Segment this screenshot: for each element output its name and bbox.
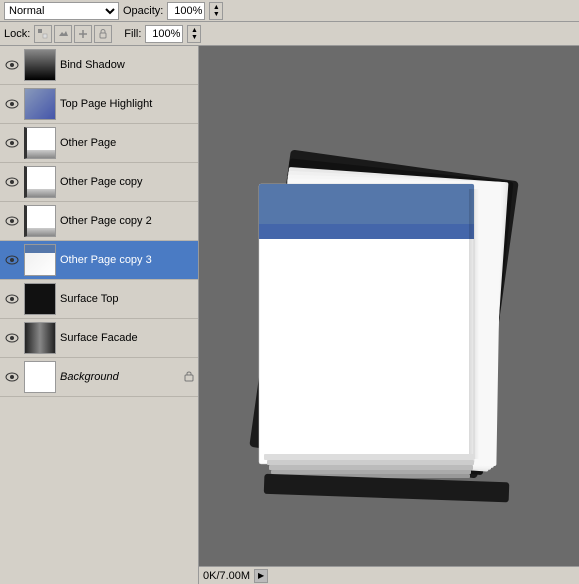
layer-item-other-page[interactable]: Other Page: [0, 124, 198, 163]
top-toolbar: Normal Opacity: ▲ ▼: [0, 0, 579, 22]
second-toolbar: Lock: Fill: ▲ ▼: [0, 22, 579, 46]
layer-name-other-page-copy2: Other Page copy 2: [60, 215, 194, 227]
eye-icon-other-page[interactable]: [4, 135, 20, 151]
lock-image-btn[interactable]: [54, 25, 72, 43]
layers-panel: Bind Shadow Top Page Highlight Other Page O…: [0, 46, 199, 584]
layer-thumb-surface-top: [24, 283, 56, 315]
eye-icon-surface-top[interactable]: [4, 291, 20, 307]
layer-name-surface-top: Surface Top: [60, 293, 194, 305]
layer-name-surface-facade: Surface Facade: [60, 332, 194, 344]
layer-name-top-page-highlight: Top Page Highlight: [60, 98, 194, 110]
opacity-input[interactable]: [167, 2, 205, 20]
fill-input[interactable]: [145, 25, 183, 43]
eye-icon-other-page-copy2[interactable]: [4, 213, 20, 229]
layer-thumb-background: [24, 361, 56, 393]
opacity-label: Opacity:: [123, 5, 163, 17]
layer-name-bind-shadow: Bind Shadow: [60, 59, 194, 71]
status-arrow-btn[interactable]: ▶: [254, 569, 268, 583]
layer-name-background: Background: [60, 371, 180, 383]
lock-all-btn[interactable]: [94, 25, 112, 43]
eye-icon-bind-shadow[interactable]: [4, 57, 20, 73]
layer-thumb-other-page-copy3: [24, 244, 56, 276]
layer-item-surface-facade[interactable]: Surface Facade: [0, 319, 198, 358]
layer-name-other-page: Other Page: [60, 137, 194, 149]
eye-icon-other-page-copy3[interactable]: [4, 252, 20, 268]
lock-icons: [34, 25, 112, 43]
layer-thumb-other-page-copy: [24, 166, 56, 198]
layer-item-other-page-copy3[interactable]: Other Page copy 3: [0, 241, 198, 280]
fill-label: Fill:: [124, 28, 141, 40]
layer-item-bind-shadow[interactable]: Bind Shadow: [0, 46, 198, 85]
layer-item-top-page-highlight[interactable]: Top Page Highlight: [0, 85, 198, 124]
status-text: 0K/7.00M: [203, 570, 250, 582]
eye-icon-surface-facade[interactable]: [4, 330, 20, 346]
eye-icon-top-page-highlight[interactable]: [4, 96, 20, 112]
layer-item-surface-top[interactable]: Surface Top: [0, 280, 198, 319]
layer-thumb-other-page-copy2: [24, 205, 56, 237]
layer-thumb-bind-shadow: [24, 49, 56, 81]
layer-thumb-surface-facade: [24, 322, 56, 354]
opacity-spinner[interactable]: ▲ ▼: [209, 2, 223, 20]
fill-spinner[interactable]: ▲ ▼: [187, 25, 201, 43]
layer-name-other-page-copy3: Other Page copy 3: [60, 254, 194, 266]
canvas-area: [199, 64, 579, 584]
lock-position-btn[interactable]: [74, 25, 92, 43]
layer-item-other-page-copy2[interactable]: Other Page copy 2: [0, 202, 198, 241]
layer-thumb-other-page: [24, 127, 56, 159]
calendar-illustration: [209, 84, 579, 544]
main-content: Bind Shadow Top Page Highlight Other Page O…: [0, 46, 579, 584]
eye-icon-other-page-copy[interactable]: [4, 174, 20, 190]
blend-mode-select[interactable]: Normal: [4, 2, 119, 20]
layer-name-other-page-copy: Other Page copy: [60, 176, 194, 188]
status-bar: 0K/7.00M ▶: [199, 566, 579, 584]
eye-icon-background[interactable]: [4, 369, 20, 385]
lock-label: Lock:: [4, 28, 30, 40]
layer-item-background[interactable]: Background: [0, 358, 198, 397]
layer-thumb-top-page-highlight: [24, 88, 56, 120]
lock-transparent-btn[interactable]: [34, 25, 52, 43]
layer-item-other-page-copy[interactable]: Other Page copy: [0, 163, 198, 202]
notebook-svg: [239, 124, 549, 504]
lock-badge-background: [184, 370, 194, 385]
